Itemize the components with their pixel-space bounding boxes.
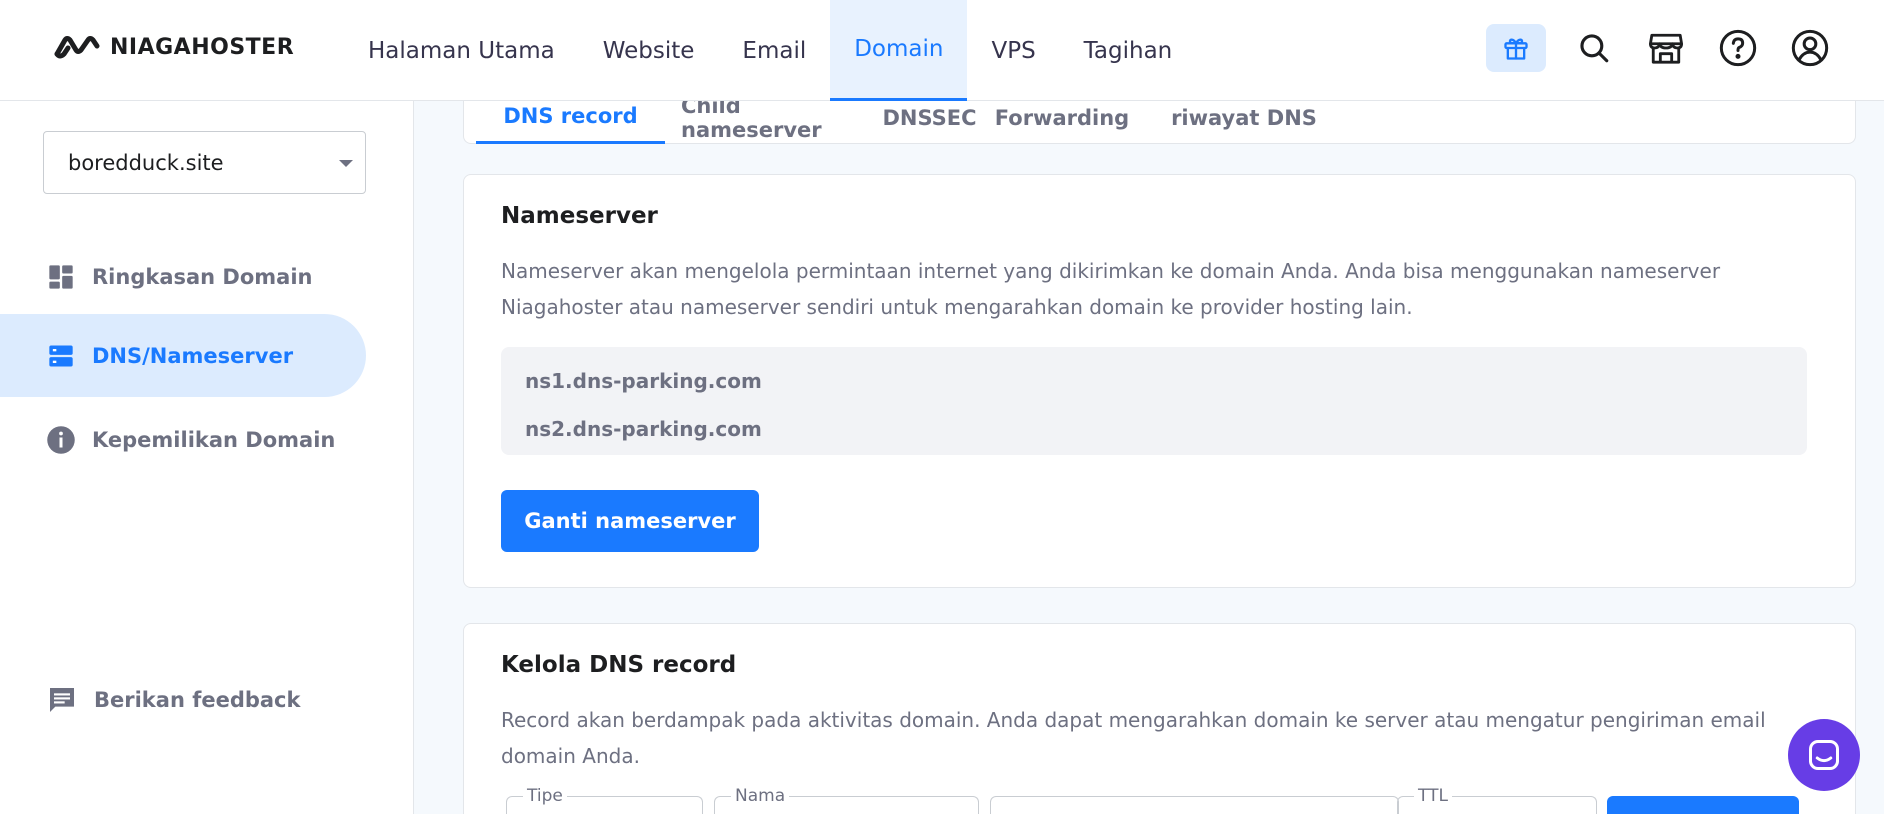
search-button[interactable]: [1570, 24, 1618, 72]
search-icon: [1580, 34, 1609, 63]
dns-record-card: Kelola DNS record Record akan berdampak …: [463, 623, 1856, 814]
gift-button[interactable]: [1486, 24, 1546, 72]
top-navigation-bar: NIAGAHOSTER Halaman Utama Website Email …: [0, 0, 1884, 101]
help-button[interactable]: [1714, 24, 1762, 72]
add-record-button[interactable]: [1607, 796, 1799, 814]
nameserver-title: Nameserver: [501, 203, 658, 229]
info-icon: [46, 425, 76, 455]
dns-icon: [46, 341, 76, 371]
sidebar-item-kepemilikan-domain[interactable]: Kepemilikan Domain: [0, 398, 366, 481]
header-actions: [1486, 24, 1834, 72]
ttl-field-label: TTL: [1414, 786, 1452, 806]
nameserver-description: Nameserver akan mengelola permintaan int…: [501, 259, 1721, 319]
dashboard-icon: [46, 262, 76, 292]
niagahoster-logo[interactable]: NIAGAHOSTER: [54, 34, 294, 60]
nameserver-list: ns1.dns-parking.com ns2.dns-parking.com: [501, 347, 1807, 455]
account-icon: [1791, 29, 1829, 67]
type-field-label: Tipe: [523, 786, 567, 806]
nav-tagihan[interactable]: Tagihan: [1060, 0, 1197, 101]
main-nav: Halaman Utama Website Email Domain VPS T…: [344, 0, 1196, 101]
sidebar-item-dns-nameserver[interactable]: DNS/Nameserver: [0, 314, 366, 397]
account-button[interactable]: [1786, 24, 1834, 72]
chat-icon: [1809, 740, 1839, 770]
nav-vps[interactable]: VPS: [967, 0, 1059, 101]
store-icon: [1648, 33, 1683, 64]
caret-down-icon: [339, 160, 353, 167]
main-content: DNS record Child nameserver DNSSEC Forwa…: [414, 91, 1884, 814]
feedback-label: Berikan feedback: [94, 688, 301, 712]
feedback-button[interactable]: Berikan feedback: [46, 684, 300, 716]
sidebar-item-label: Ringkasan Domain: [92, 264, 313, 289]
sidebar: boredduck.site Ringkasan Domain DNS/Name…: [0, 101, 414, 814]
gift-icon: [1504, 38, 1528, 60]
nameserver-item: ns1.dns-parking.com: [525, 369, 762, 393]
dns-record-description: Record akan berdampak pada aktivitas dom…: [501, 708, 1766, 768]
value-field[interactable]: [990, 796, 1399, 814]
help-icon: [1719, 29, 1757, 67]
nav-email[interactable]: Email: [718, 0, 830, 101]
type-field[interactable]: Tipe: [506, 786, 703, 814]
nameserver-item: ns2.dns-parking.com: [525, 417, 762, 441]
chat-button[interactable]: [1788, 719, 1860, 791]
sidebar-item-label: DNS/Nameserver: [92, 343, 294, 368]
nav-halaman-utama[interactable]: Halaman Utama: [344, 0, 579, 101]
domain-select[interactable]: boredduck.site: [43, 131, 366, 194]
nameserver-card: Nameserver Nameserver akan mengelola per…: [463, 174, 1856, 588]
ttl-field[interactable]: TTL: [1397, 786, 1597, 814]
name-field[interactable]: Nama: [714, 786, 979, 814]
store-button[interactable]: [1642, 24, 1690, 72]
dns-record-title: Kelola DNS record: [501, 652, 737, 678]
name-field-label: Nama: [731, 786, 790, 806]
domain-select-value: boredduck.site: [68, 150, 224, 175]
niagahoster-logo-icon: [54, 36, 100, 59]
nav-domain[interactable]: Domain: [830, 0, 968, 101]
change-nameserver-button[interactable]: Ganti nameserver: [501, 490, 759, 552]
sidebar-item-label: Kepemilikan Domain: [92, 427, 336, 452]
feedback-icon: [50, 688, 74, 712]
logo-text: NIAGAHOSTER: [110, 34, 295, 60]
sidebar-item-ringkasan-domain[interactable]: Ringkasan Domain: [0, 235, 366, 318]
nav-website[interactable]: Website: [579, 0, 719, 101]
